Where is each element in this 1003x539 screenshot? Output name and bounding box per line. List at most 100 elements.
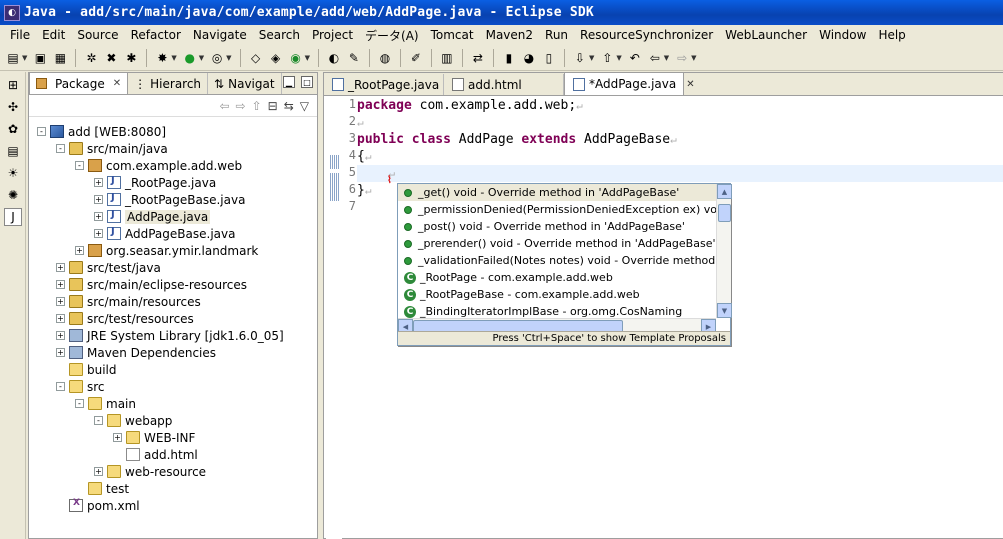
tree-expander[interactable]: + [56, 280, 65, 289]
tree-expander[interactable]: + [75, 246, 84, 255]
tree-expander[interactable]: - [75, 399, 84, 408]
menu-help[interactable]: Help [872, 28, 911, 42]
code-line[interactable]: {↵ [357, 148, 1003, 165]
menu-maven2[interactable]: Maven2 [480, 28, 539, 42]
tree-expander[interactable]: + [94, 229, 103, 238]
pen-icon[interactable]: ✐ [407, 49, 425, 67]
forward-icon[interactable]: ⇨ [673, 49, 691, 67]
editor-tab-rootpage[interactable]: _RootPage.java [324, 74, 444, 95]
menu-data[interactable]: データ(A) [359, 27, 425, 44]
menu-edit[interactable]: Edit [36, 28, 71, 42]
globe-icon[interactable]: ◕ [520, 49, 538, 67]
tab-hierarchy[interactable]: ⋮ Hierarch [128, 73, 209, 94]
tree-item-java-file[interactable]: + AddPageBase.java [29, 225, 317, 242]
run-icon[interactable]: ● [181, 49, 199, 67]
code-line[interactable]: public class AddPage extends AddPageBase… [357, 131, 1003, 148]
tree-item-java-file-selected[interactable]: + AddPage.java [29, 208, 317, 225]
menu-refactor[interactable]: Refactor [125, 28, 187, 42]
menu-resource-synchronizer[interactable]: ResourceSynchronizer [574, 28, 719, 42]
chevron-down-icon[interactable]: ▼ [305, 54, 310, 62]
tree-item-folder[interactable]: - main [29, 395, 317, 412]
tree-item-folder[interactable]: + web-resource [29, 463, 317, 480]
tree-item-library[interactable]: + Maven Dependencies [29, 344, 317, 361]
tree-item-file[interactable]: add.html [29, 446, 317, 463]
open-perspective-icon[interactable]: ⊞ [4, 76, 22, 94]
collapse-all-icon[interactable]: ⊟ [268, 99, 278, 113]
tree-expander[interactable]: - [56, 144, 65, 153]
tree-item-src-main-java[interactable]: - src/main/java [29, 140, 317, 157]
new-package-icon[interactable]: ◈ [267, 49, 285, 67]
tree-item-file[interactable]: pom.xml [29, 497, 317, 514]
tree-expander[interactable]: + [113, 433, 122, 442]
menu-navigate[interactable]: Navigate [187, 28, 253, 42]
menu-weblauncher[interactable]: WebLauncher [719, 28, 813, 42]
new-java-project-icon[interactable]: ◇ [247, 49, 265, 67]
tomcat-stop-icon[interactable]: ✖ [102, 49, 120, 67]
java-ee-perspective-icon[interactable]: ☀ [4, 164, 22, 182]
proposal-item[interactable]: C _BindingIteratorImplBase - org.omg.Cos… [398, 303, 716, 318]
menu-project[interactable]: Project [306, 28, 359, 42]
tree-expander[interactable]: - [56, 382, 65, 391]
tree-expander[interactable]: + [94, 467, 103, 476]
chevron-down-icon[interactable]: ▼ [226, 54, 231, 62]
editor-tab-addpage[interactable]: *AddPage.java ✕ [564, 72, 695, 95]
proposal-item[interactable]: _get() void - Override method in 'AddPag… [398, 184, 716, 201]
tree-expander[interactable]: - [75, 161, 84, 170]
up-icon[interactable]: ⇧ [252, 99, 262, 113]
link-with-editor-icon[interactable]: ⇆ [284, 99, 294, 113]
tree-item-folder[interactable]: - src [29, 378, 317, 395]
tree-item-source-folder[interactable]: + src/main/resources [29, 293, 317, 310]
tree-item-folder[interactable]: + WEB-INF [29, 429, 317, 446]
open-type-icon[interactable]: ◐ [325, 49, 343, 67]
back-icon[interactable]: ⇦ [219, 99, 229, 113]
scroll-down-icon[interactable]: ▼ [717, 303, 732, 318]
close-icon[interactable]: ✕ [686, 79, 694, 90]
menu-window[interactable]: Window [813, 28, 872, 42]
tree-expander[interactable]: + [56, 348, 65, 357]
tree-item-project[interactable]: - add [WEB:8080] [29, 123, 317, 140]
db-icon[interactable]: ▮ [500, 49, 518, 67]
resource-perspective-icon[interactable]: ▤ [4, 142, 22, 160]
menu-run[interactable]: Run [539, 28, 574, 42]
tree-item-package[interactable]: - com.example.add.web [29, 157, 317, 174]
next-annotation-icon[interactable]: ⇩ [571, 49, 589, 67]
back-icon[interactable]: ⇦ [646, 49, 664, 67]
last-edit-icon[interactable]: ↶ [626, 49, 644, 67]
team-perspective-icon[interactable]: ✿ [4, 120, 22, 138]
print-icon[interactable]: ▦ [51, 49, 69, 67]
code-line-current[interactable]: ↵ [357, 165, 1003, 182]
view-menu-icon[interactable]: ▽ [300, 99, 309, 113]
tree-item-source-folder[interactable]: + src/test/resources [29, 310, 317, 327]
tree-item-source-folder[interactable]: + src/test/java [29, 259, 317, 276]
show-whitespace-icon[interactable]: ▥ [438, 49, 456, 67]
chevron-down-icon[interactable]: ▼ [22, 54, 27, 62]
save-icon[interactable]: ▣ [31, 49, 49, 67]
tomcat-restart-icon[interactable]: ✱ [122, 49, 140, 67]
chevron-down-icon[interactable]: ▼ [691, 54, 696, 62]
tree-expander[interactable]: + [56, 297, 65, 306]
proposal-item[interactable]: _prerender() void - Override method in '… [398, 235, 716, 252]
close-icon[interactable]: ✕ [113, 78, 121, 89]
proposal-item[interactable]: _permissionDenied(PermissionDeniedExcept… [398, 201, 716, 218]
proposal-item[interactable]: _validationFailed(Notes notes) void - Ov… [398, 252, 716, 269]
debug-icon[interactable]: ✸ [153, 49, 171, 67]
forward-icon[interactable]: ⇨ [236, 99, 246, 113]
tree-expander[interactable]: + [56, 263, 65, 272]
plugin-perspective-icon[interactable]: ✺ [4, 186, 22, 204]
tree-expander[interactable]: + [94, 178, 103, 187]
tab-package-explorer[interactable]: Package ✕ [29, 72, 129, 94]
menu-search[interactable]: Search [253, 28, 306, 42]
menu-tomcat[interactable]: Tomcat [425, 28, 480, 42]
search-icon[interactable]: ✎ [345, 49, 363, 67]
proposal-item[interactable]: C _RootPage - com.example.add.web [398, 269, 716, 286]
external-tools-icon[interactable]: ◎ [208, 49, 226, 67]
chevron-down-icon[interactable]: ▼ [171, 54, 176, 62]
tomcat-start-icon[interactable]: ✲ [82, 49, 100, 67]
tree-expander[interactable]: + [94, 212, 103, 221]
tree-item-folder[interactable]: - webapp [29, 412, 317, 429]
scroll-up-icon[interactable]: ▲ [717, 184, 732, 199]
tree-expander[interactable]: - [37, 127, 46, 136]
sync-icon[interactable]: ⇄ [469, 49, 487, 67]
tree-expander[interactable]: + [56, 331, 65, 340]
web-browser-icon[interactable]: ◍ [376, 49, 394, 67]
